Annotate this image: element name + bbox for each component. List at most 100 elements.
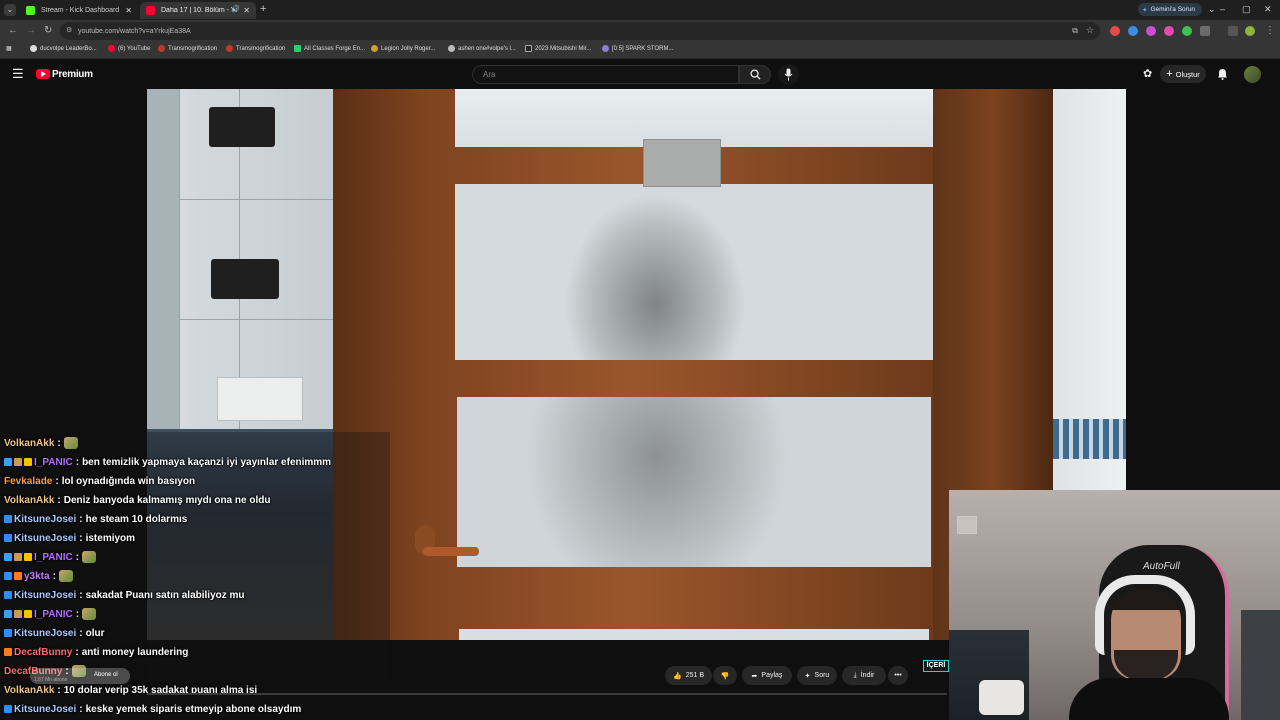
- download-icon: ⤓: [853, 671, 857, 679]
- chat-badge-icon: [4, 705, 12, 713]
- chat-text: ben temizlik yapmaya kaçanzi iyi yayınla…: [82, 456, 332, 468]
- search-input[interactable]: Ara: [472, 65, 739, 84]
- chat-username[interactable]: KitsuneJosei: [14, 590, 76, 601]
- site-info-icon[interactable]: ⚙: [66, 26, 72, 34]
- bookmark-item[interactable]: ashen one#volpe's l...: [448, 45, 516, 52]
- shelf: [1241, 610, 1280, 720]
- forward-arrow-icon[interactable]: →: [26, 25, 36, 36]
- maximize-icon[interactable]: ▢: [1242, 4, 1251, 15]
- extension-icon[interactable]: [1110, 26, 1120, 36]
- download-button[interactable]: ⤓ İndir: [842, 666, 886, 685]
- extensions-puzzle-icon[interactable]: [1200, 26, 1210, 36]
- bookmark-item[interactable]: All Classes Forge En...: [294, 45, 365, 52]
- chat-separator: :: [75, 646, 79, 658]
- extension-icon[interactable]: [1182, 26, 1192, 36]
- minimize-icon[interactable]: –: [1220, 4, 1225, 14]
- bookmark-item[interactable]: 2023 Mitsubishi Mir...: [525, 45, 591, 52]
- chat-text: istemiyom: [85, 532, 136, 544]
- chat-badge-icon: [14, 610, 22, 618]
- apps-grid-icon[interactable]: ▦: [6, 45, 12, 52]
- close-window-icon[interactable]: ✕: [1264, 4, 1272, 15]
- play-triangle-icon: [41, 71, 46, 77]
- ask-label: Soru: [814, 672, 830, 679]
- chat-username[interactable]: I_PANIC: [34, 457, 73, 468]
- chat-separator: :: [75, 551, 80, 563]
- address-bar[interactable]: ⚙ youtube.com/watch?v=aYrkujEa38A ⧉ ☆: [60, 22, 1100, 40]
- cast-icon[interactable]: ⧉: [1072, 26, 1078, 36]
- chat-username[interactable]: KitsuneJosei: [14, 704, 76, 715]
- thumbs-up-icon: 👍: [672, 672, 682, 680]
- browser-menu-icon[interactable]: ⋮: [1265, 25, 1275, 36]
- extension-icon[interactable]: [1146, 26, 1156, 36]
- gemini-label: Gemini'a Sorun: [1150, 6, 1196, 13]
- extension-icon[interactable]: [1128, 26, 1138, 36]
- chat-username[interactable]: y3kta: [24, 571, 50, 582]
- reload-icon[interactable]: ↻: [44, 25, 52, 36]
- tab-youtube-video[interactable]: Daha 17 | 10. Bölüm - YouTube 🔊 ✕: [140, 2, 256, 19]
- share-button[interactable]: ➦ Paylaş: [742, 666, 792, 685]
- chat-emote-icon: [82, 608, 97, 620]
- tab-kick-dashboard[interactable]: Stream - Kick Dashboard ✕: [20, 2, 138, 19]
- chat-emote-icon: [58, 570, 73, 582]
- chair-brand-text: AutoFull: [1143, 561, 1180, 572]
- chat-username[interactable]: KitsuneJosei: [14, 514, 76, 525]
- tile-border: [1053, 419, 1126, 459]
- bookmark-item[interactable]: ducvolpe LeaderBo...: [30, 45, 97, 52]
- account-avatar[interactable]: [1244, 66, 1261, 83]
- new-tab-button[interactable]: +: [260, 3, 266, 15]
- profile-avatar[interactable]: [1245, 26, 1255, 36]
- chat-separator: :: [75, 456, 80, 468]
- chat-username[interactable]: KitsuneJosei: [14, 628, 76, 639]
- chat-username[interactable]: VolkanAkk: [4, 495, 54, 506]
- back-arrow-icon[interactable]: ←: [8, 25, 18, 36]
- chat-separator: :: [57, 437, 61, 449]
- chat-badge-icon: [24, 458, 32, 466]
- bookmark-item[interactable]: Legion Jolly Roger...: [371, 45, 435, 52]
- like-button[interactable]: 👍 251 B: [665, 666, 712, 685]
- create-button[interactable]: + Oluştur: [1160, 65, 1206, 83]
- youtube-favicon-icon: [146, 6, 155, 15]
- bookmark-item[interactable]: (6) YouTube: [108, 45, 150, 52]
- bookmark-item[interactable]: Transmogrification: [226, 45, 285, 52]
- tab-list-icon[interactable]: ⌄: [1208, 4, 1216, 15]
- chat-text: he steam 10 dolarmıs: [85, 513, 188, 525]
- cast-effects-icon[interactable]: ✿: [1143, 67, 1152, 80]
- kick-favicon-icon: [26, 6, 35, 15]
- chat-username[interactable]: VolkanAkk: [4, 685, 54, 696]
- chat-badge-icon: [14, 458, 22, 466]
- close-tab-icon[interactable]: ✕: [125, 6, 132, 15]
- bookmark-favicon-icon: [371, 45, 378, 52]
- chat-username[interactable]: I_PANIC: [34, 609, 73, 620]
- ask-button[interactable]: ✦ Soru: [797, 666, 837, 685]
- speaker-icon[interactable]: 🔊: [231, 5, 240, 13]
- bookmark-star-icon[interactable]: ☆: [1086, 25, 1094, 36]
- close-tab-icon[interactable]: ✕: [243, 6, 250, 15]
- extension-icon[interactable]: [1164, 26, 1174, 36]
- voice-search-button[interactable]: [778, 64, 799, 85]
- youtube-logo-icon[interactable]: [36, 69, 50, 79]
- browser-tab-strip: ⌄ Stream - Kick Dashboard ✕ Daha 17 | 10…: [0, 0, 1280, 20]
- video-progress-track[interactable]: [147, 693, 947, 695]
- chat-message: KitsuneJosei: olur: [4, 624, 104, 642]
- youtube-premium-logo[interactable]: Premium: [52, 69, 93, 80]
- chat-badge-icon: [4, 572, 12, 580]
- chat-username[interactable]: DecafBunny: [14, 647, 72, 658]
- chat-text: keske yemek siparis etmeyip abone olsayd…: [85, 703, 302, 715]
- more-actions-button[interactable]: •••: [888, 666, 908, 685]
- menu-hamburger-icon[interactable]: ☰: [12, 66, 24, 82]
- chat-badge-icon: [4, 629, 12, 637]
- notifications-bell-icon[interactable]: [1217, 68, 1228, 80]
- chat-username[interactable]: I_PANIC: [34, 552, 73, 563]
- search-button[interactable]: [739, 65, 771, 84]
- tab-search-icon[interactable]: ⌄: [4, 4, 16, 16]
- chat-message: I_PANIC: ben temizlik yapmaya kaçanzi iyi…: [4, 453, 331, 471]
- chat-username[interactable]: Fevkalade: [4, 476, 52, 487]
- chat-badge-icon: [14, 553, 22, 561]
- gemini-button[interactable]: ✦ Gemini'a Sorun: [1138, 3, 1202, 16]
- chat-username[interactable]: KitsuneJosei: [14, 533, 76, 544]
- chat-username[interactable]: VolkanAkk: [4, 438, 54, 449]
- dislike-button[interactable]: 👎: [713, 666, 737, 685]
- sidepanel-icon[interactable]: [1228, 26, 1238, 36]
- bookmark-item[interactable]: [0.5] SPARK STORM...: [602, 45, 673, 52]
- bookmark-item[interactable]: Transmogrification: [158, 45, 217, 52]
